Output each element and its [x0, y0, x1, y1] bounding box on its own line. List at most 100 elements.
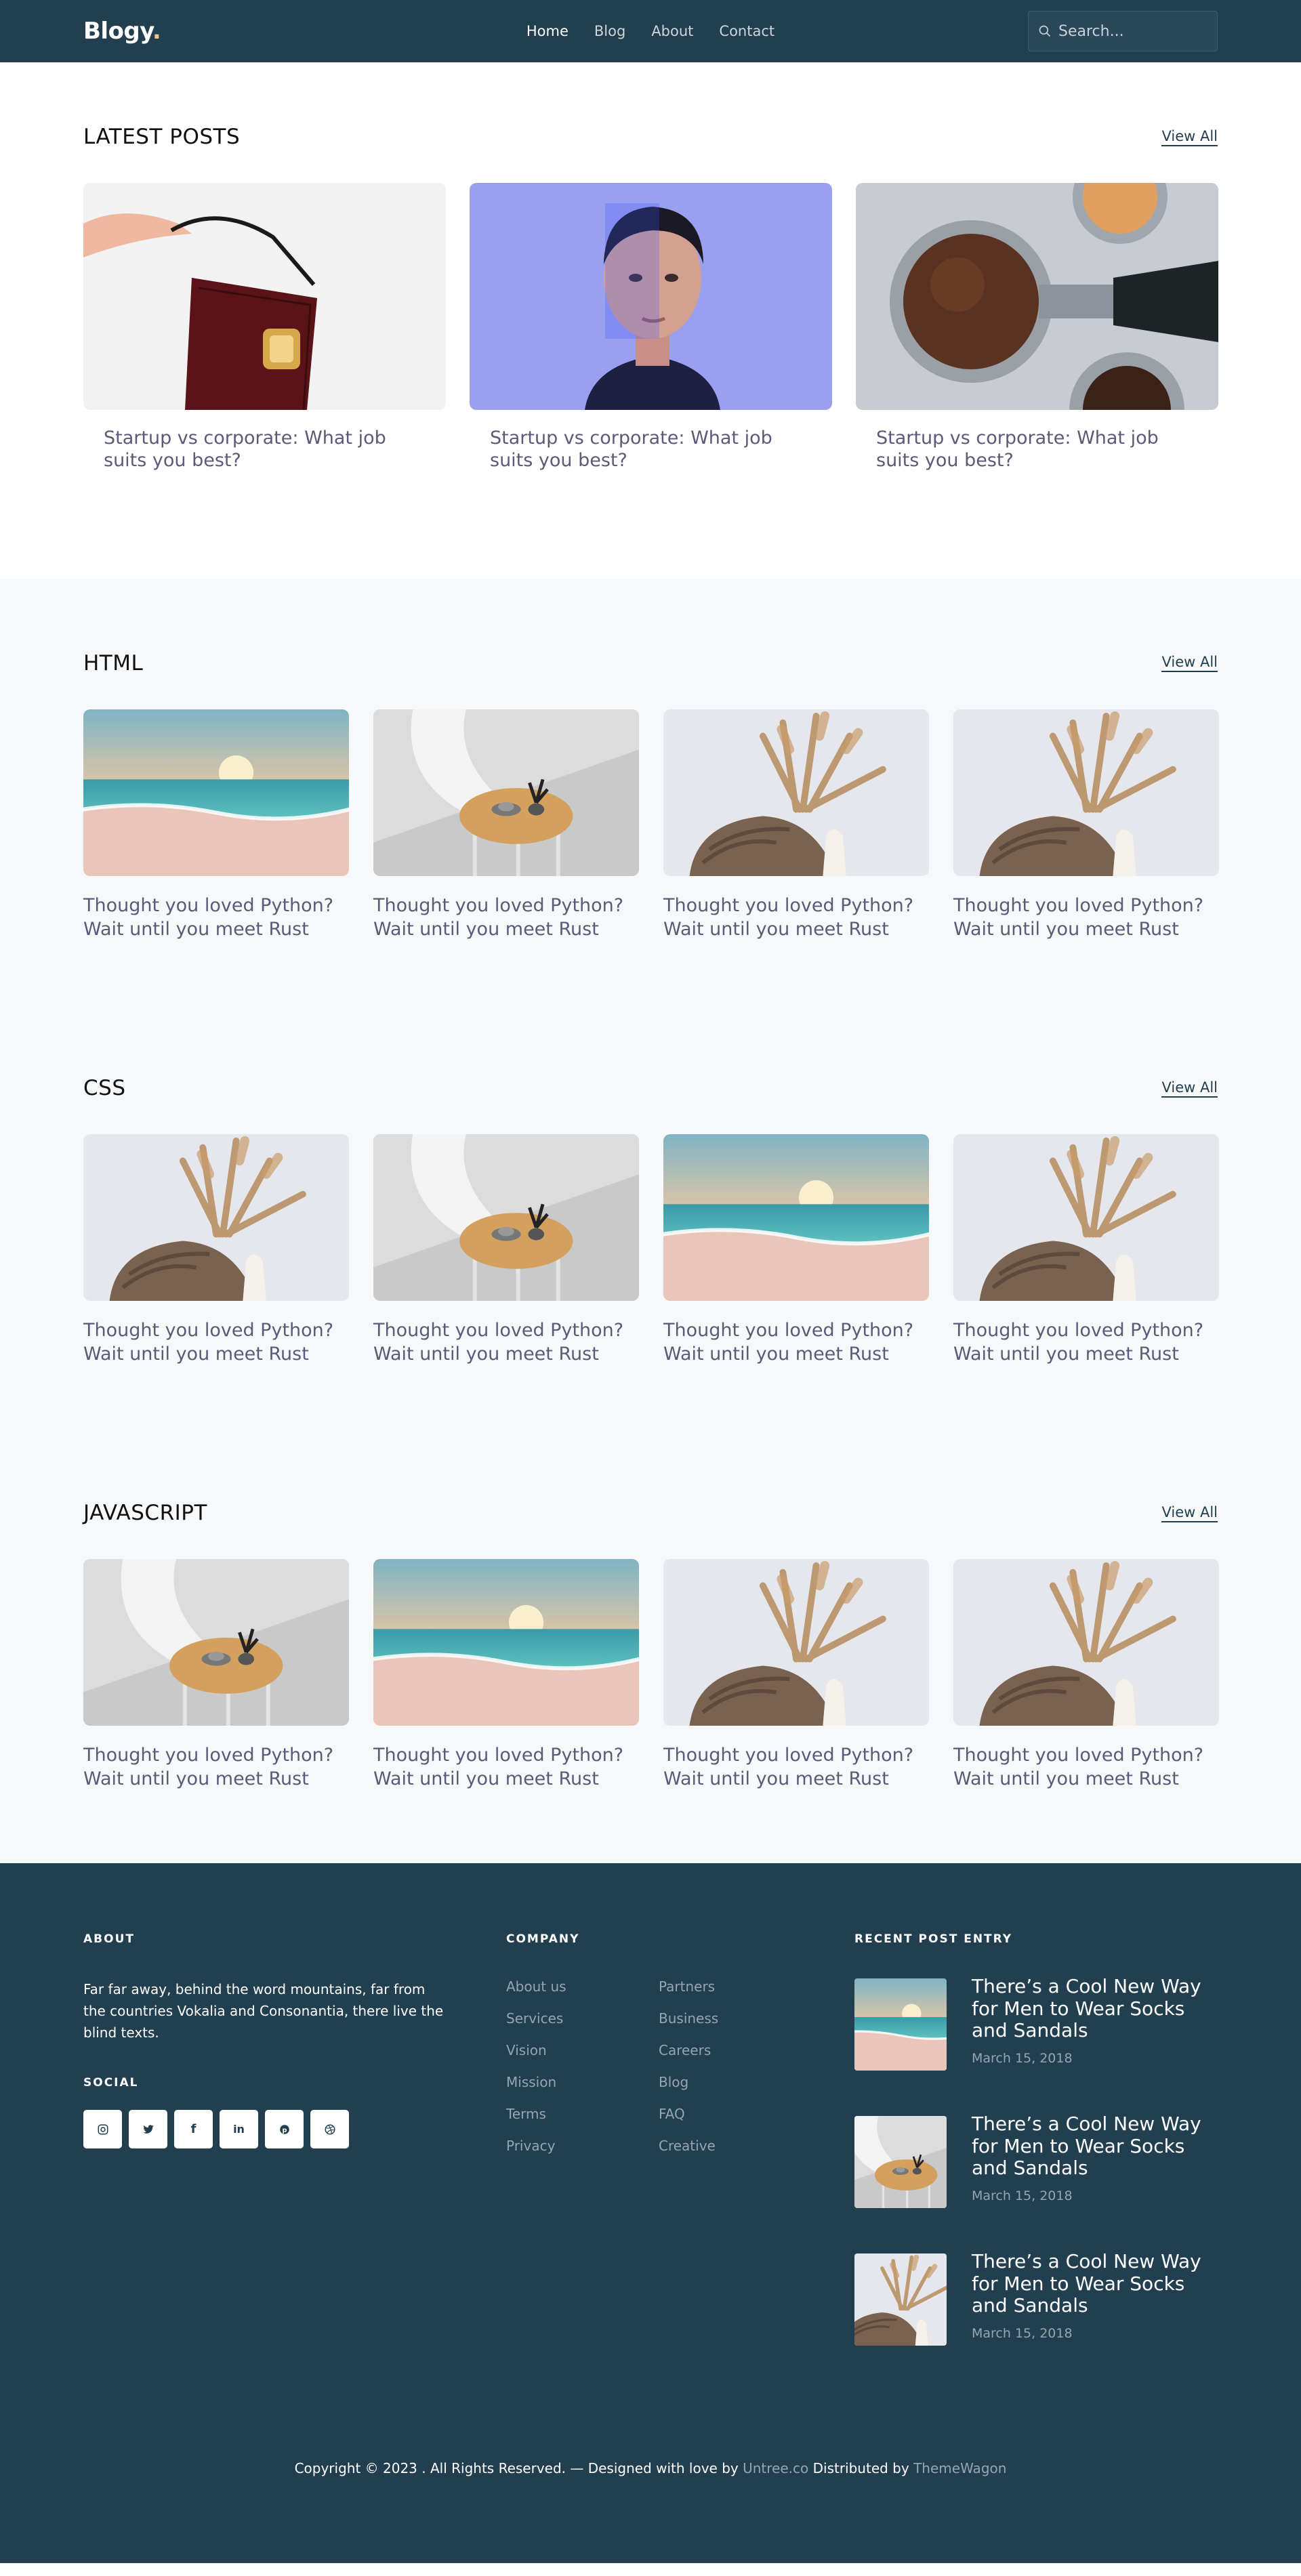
- category-view-all-link[interactable]: View All: [1161, 1504, 1218, 1522]
- footer-link[interactable]: About us: [506, 1978, 659, 1997]
- post-card: Thought you loved Python? Wait until you…: [663, 1134, 929, 1366]
- category-javascript: JAVASCRIPT View All Thought you loved Py…: [0, 1438, 1301, 1863]
- post-title[interactable]: Thought you loved Python? Wait until you…: [83, 1318, 349, 1366]
- category-html: HTML View All Thought you loved Python? …: [0, 579, 1301, 1014]
- footer-link[interactable]: Creative: [659, 2138, 811, 2156]
- recent-post-image[interactable]: [854, 2116, 947, 2209]
- twitter-icon[interactable]: [129, 2110, 167, 2149]
- main-nav: Home Blog About Contact: [526, 23, 775, 39]
- search-box[interactable]: [1028, 11, 1218, 51]
- post-title[interactable]: Thought you loved Python? Wait until you…: [373, 894, 639, 941]
- post-image-coffee[interactable]: [856, 183, 1218, 410]
- category-view-all-link[interactable]: View All: [1161, 654, 1218, 673]
- post-image-portrait[interactable]: [470, 183, 832, 410]
- post-card: Startup vs corporate: What job suits you…: [856, 183, 1218, 472]
- post-title[interactable]: Thought you loved Python? Wait until you…: [373, 1743, 639, 1791]
- post-title[interactable]: Thought you loved Python? Wait until you…: [83, 894, 349, 941]
- footer-link[interactable]: Mission: [506, 2074, 659, 2092]
- post-image[interactable]: [83, 709, 349, 876]
- post-title[interactable]: Thought you loved Python? Wait until you…: [953, 1318, 1219, 1366]
- footer-link[interactable]: Privacy: [506, 2138, 659, 2156]
- footer-link[interactable]: Services: [506, 2010, 659, 2029]
- post-card: Thought you loved Python? Wait until you…: [83, 1559, 349, 1791]
- recent-post-image[interactable]: [854, 1978, 947, 2071]
- footer-link[interactable]: Careers: [659, 2042, 811, 2060]
- search-icon: [1039, 25, 1051, 37]
- footer-about-title: ABOUT: [83, 1932, 135, 1947]
- post-image[interactable]: [373, 709, 639, 876]
- latest-view-all-link[interactable]: View All: [1161, 128, 1218, 146]
- nav-contact[interactable]: Contact: [719, 23, 775, 39]
- recent-post[interactable]: There’s a Cool New Way for Men to Wear S…: [854, 2113, 1218, 2209]
- footer-link[interactable]: Vision: [506, 2042, 659, 2060]
- post-card: Thought you loved Python? Wait until you…: [663, 1559, 929, 1791]
- facebook-icon[interactable]: f: [174, 2110, 213, 2149]
- logo-text: Blogy: [83, 18, 152, 45]
- recent-post-date: March 15, 2018: [972, 2326, 1073, 2341]
- untree-link[interactable]: Untree.co: [743, 2460, 808, 2476]
- post-image[interactable]: [83, 1559, 349, 1726]
- instagram-icon[interactable]: [83, 2110, 122, 2149]
- recent-post-date: March 15, 2018: [972, 2051, 1073, 2066]
- category-view-all-link[interactable]: View All: [1161, 1079, 1218, 1098]
- footer-link[interactable]: Partners: [659, 1978, 811, 1997]
- post-title[interactable]: Thought you loved Python? Wait until you…: [83, 1743, 349, 1791]
- recent-post[interactable]: There’s a Cool New Way for Men to Wear S…: [854, 2251, 1218, 2346]
- post-image[interactable]: [663, 1134, 929, 1302]
- themewagon-link[interactable]: ThemeWagon: [913, 2460, 1006, 2476]
- post-title[interactable]: Startup vs corporate: What job suits you…: [104, 428, 426, 472]
- recent-post-title[interactable]: There’s a Cool New Way for Men to Wear S…: [972, 1976, 1218, 2041]
- footer-link[interactable]: Blog: [659, 2074, 811, 2092]
- post-title[interactable]: Startup vs corporate: What job suits you…: [490, 428, 812, 472]
- footer-about: ABOUT Far far away, behind the word moun…: [83, 1932, 506, 2391]
- post-image[interactable]: [953, 1559, 1219, 1726]
- category-css: CSS View All Thought you loved Python? W…: [0, 1014, 1301, 1438]
- nav-about[interactable]: About: [651, 23, 693, 39]
- latest-posts-section: LATEST POSTS View All Startup vs corpora…: [0, 62, 1301, 579]
- recent-post-image[interactable]: [854, 2253, 947, 2346]
- recent-post[interactable]: There’s a Cool New Way for Men to Wear S…: [854, 1976, 1218, 2071]
- footer-link[interactable]: Terms: [506, 2106, 659, 2124]
- nav-home[interactable]: Home: [526, 23, 569, 39]
- top-nav-bar: Blogy. Home Blog About Contact: [0, 0, 1301, 62]
- post-card: Thought you loved Python? Wait until you…: [663, 709, 929, 941]
- search-input[interactable]: [1058, 22, 1207, 40]
- post-image[interactable]: [953, 1134, 1219, 1302]
- linkedin-icon[interactable]: in: [220, 2110, 258, 2149]
- recent-post-title[interactable]: There’s a Cool New Way for Men to Wear S…: [972, 2251, 1218, 2317]
- post-image[interactable]: [373, 1559, 639, 1726]
- nav-blog[interactable]: Blog: [594, 23, 625, 39]
- post-image[interactable]: [953, 709, 1219, 876]
- post-card: Startup vs corporate: What job suits you…: [470, 183, 832, 472]
- post-image[interactable]: [663, 1559, 929, 1726]
- post-title[interactable]: Startup vs corporate: What job suits you…: [876, 428, 1198, 472]
- post-image[interactable]: [663, 709, 929, 876]
- recent-post-title[interactable]: There’s a Cool New Way for Men to Wear S…: [972, 2113, 1218, 2179]
- category-sections: HTML View All Thought you loved Python? …: [0, 579, 1301, 1864]
- footer-link[interactable]: Business: [659, 2010, 811, 2029]
- post-title[interactable]: Thought you loved Python? Wait until you…: [663, 894, 929, 941]
- post-card: Thought you loved Python? Wait until you…: [83, 1134, 349, 1366]
- site-logo[interactable]: Blogy.: [83, 18, 161, 45]
- post-title[interactable]: Thought you loved Python? Wait until you…: [953, 894, 1219, 941]
- post-image[interactable]: [373, 1134, 639, 1302]
- post-image-handbag[interactable]: [83, 183, 446, 410]
- post-card: Thought you loved Python? Wait until you…: [83, 709, 349, 941]
- post-title[interactable]: Thought you loved Python? Wait until you…: [663, 1318, 929, 1366]
- copyright: Copyright © 2023 . All Rights Reserved. …: [0, 2391, 1301, 2563]
- footer-link[interactable]: FAQ: [659, 2106, 811, 2124]
- category-title: HTML: [83, 650, 144, 676]
- dribbble-icon[interactable]: [310, 2110, 349, 2149]
- footer-company-title: COMPANY: [506, 1932, 580, 1947]
- post-title[interactable]: Thought you loved Python? Wait until you…: [663, 1743, 929, 1791]
- pinterest-icon[interactable]: p: [265, 2110, 304, 2149]
- latest-posts-grid: Startup vs corporate: What job suits you…: [83, 183, 1218, 472]
- post-card: Startup vs corporate: What job suits you…: [83, 183, 446, 472]
- footer-recent-posts: RECENT POST ENTRY There’s a Cool New Way…: [854, 1932, 1218, 2391]
- post-card: Thought you loved Python? Wait until you…: [373, 1134, 639, 1366]
- post-title[interactable]: Thought you loved Python? Wait until you…: [953, 1743, 1219, 1791]
- post-image[interactable]: [83, 1134, 349, 1302]
- post-card: Thought you loved Python? Wait until you…: [953, 1559, 1219, 1791]
- post-title[interactable]: Thought you loved Python? Wait until you…: [373, 1318, 639, 1366]
- post-card: Thought you loved Python? Wait until you…: [373, 1559, 639, 1791]
